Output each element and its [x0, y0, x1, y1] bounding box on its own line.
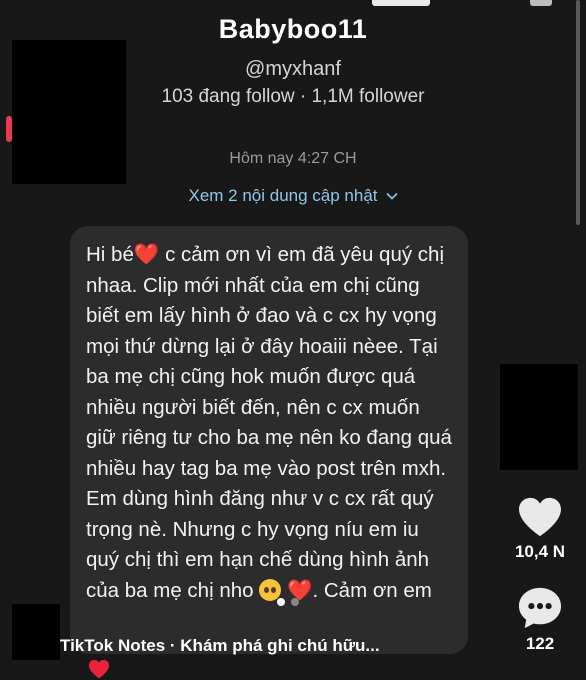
comment-count: 122: [525, 634, 555, 653]
profile-stats: 103 đang follow · 1,1M follower: [161, 86, 425, 107]
note-text-part-2: c cảm ơn vì em đã yêu quý chị nhaa. Clip…: [86, 243, 452, 602]
heart-emoji: ❤️: [133, 243, 160, 266]
redacted-area-right: [500, 364, 578, 470]
view-updates-label: Xem 2 nội dung cập nhật: [188, 186, 378, 205]
profile-name: Babyboo11: [218, 14, 368, 44]
like-count: 10,4 N: [514, 542, 566, 561]
comment-icon: [518, 587, 562, 629]
note-text-part-1: Hi bé: [86, 243, 134, 266]
message-timestamp: Hôm nay 4:27 CH: [229, 150, 357, 167]
note-bubble[interactable]: Hi bé❤️ c cảm ơn vì em đã yêu quý chị nh…: [70, 226, 468, 654]
carousel-indicator: [277, 598, 299, 606]
note-text: Hi bé❤️ c cảm ơn vì em đã yêu quý chị nh…: [86, 240, 454, 606]
carousel-dot: [291, 598, 299, 606]
status-indicator: [372, 0, 430, 6]
note-text-part-3: . Cảm ơn em: [312, 578, 432, 602]
comment-button[interactable]: 122: [517, 586, 563, 654]
view-updates-button[interactable]: Xem 2 nội dung cập nhật: [0, 186, 586, 206]
left-accent-bar: [6, 116, 12, 142]
heart-icon: [519, 497, 561, 537]
status-indicator-dot: [530, 0, 552, 6]
redacted-area-bottom: [12, 604, 60, 660]
profile-handle: @myxhanf: [245, 58, 341, 80]
carousel-dot-active: [277, 598, 285, 606]
chevron-down-icon: [385, 192, 398, 200]
action-column: 10,4 N 122: [500, 496, 580, 654]
heart-icon: [88, 659, 110, 679]
like-button[interactable]: 10,4 N: [515, 496, 565, 562]
tiktok-notes-link[interactable]: TikTok Notes · Khám phá ghi chú hữu...: [60, 636, 380, 656]
